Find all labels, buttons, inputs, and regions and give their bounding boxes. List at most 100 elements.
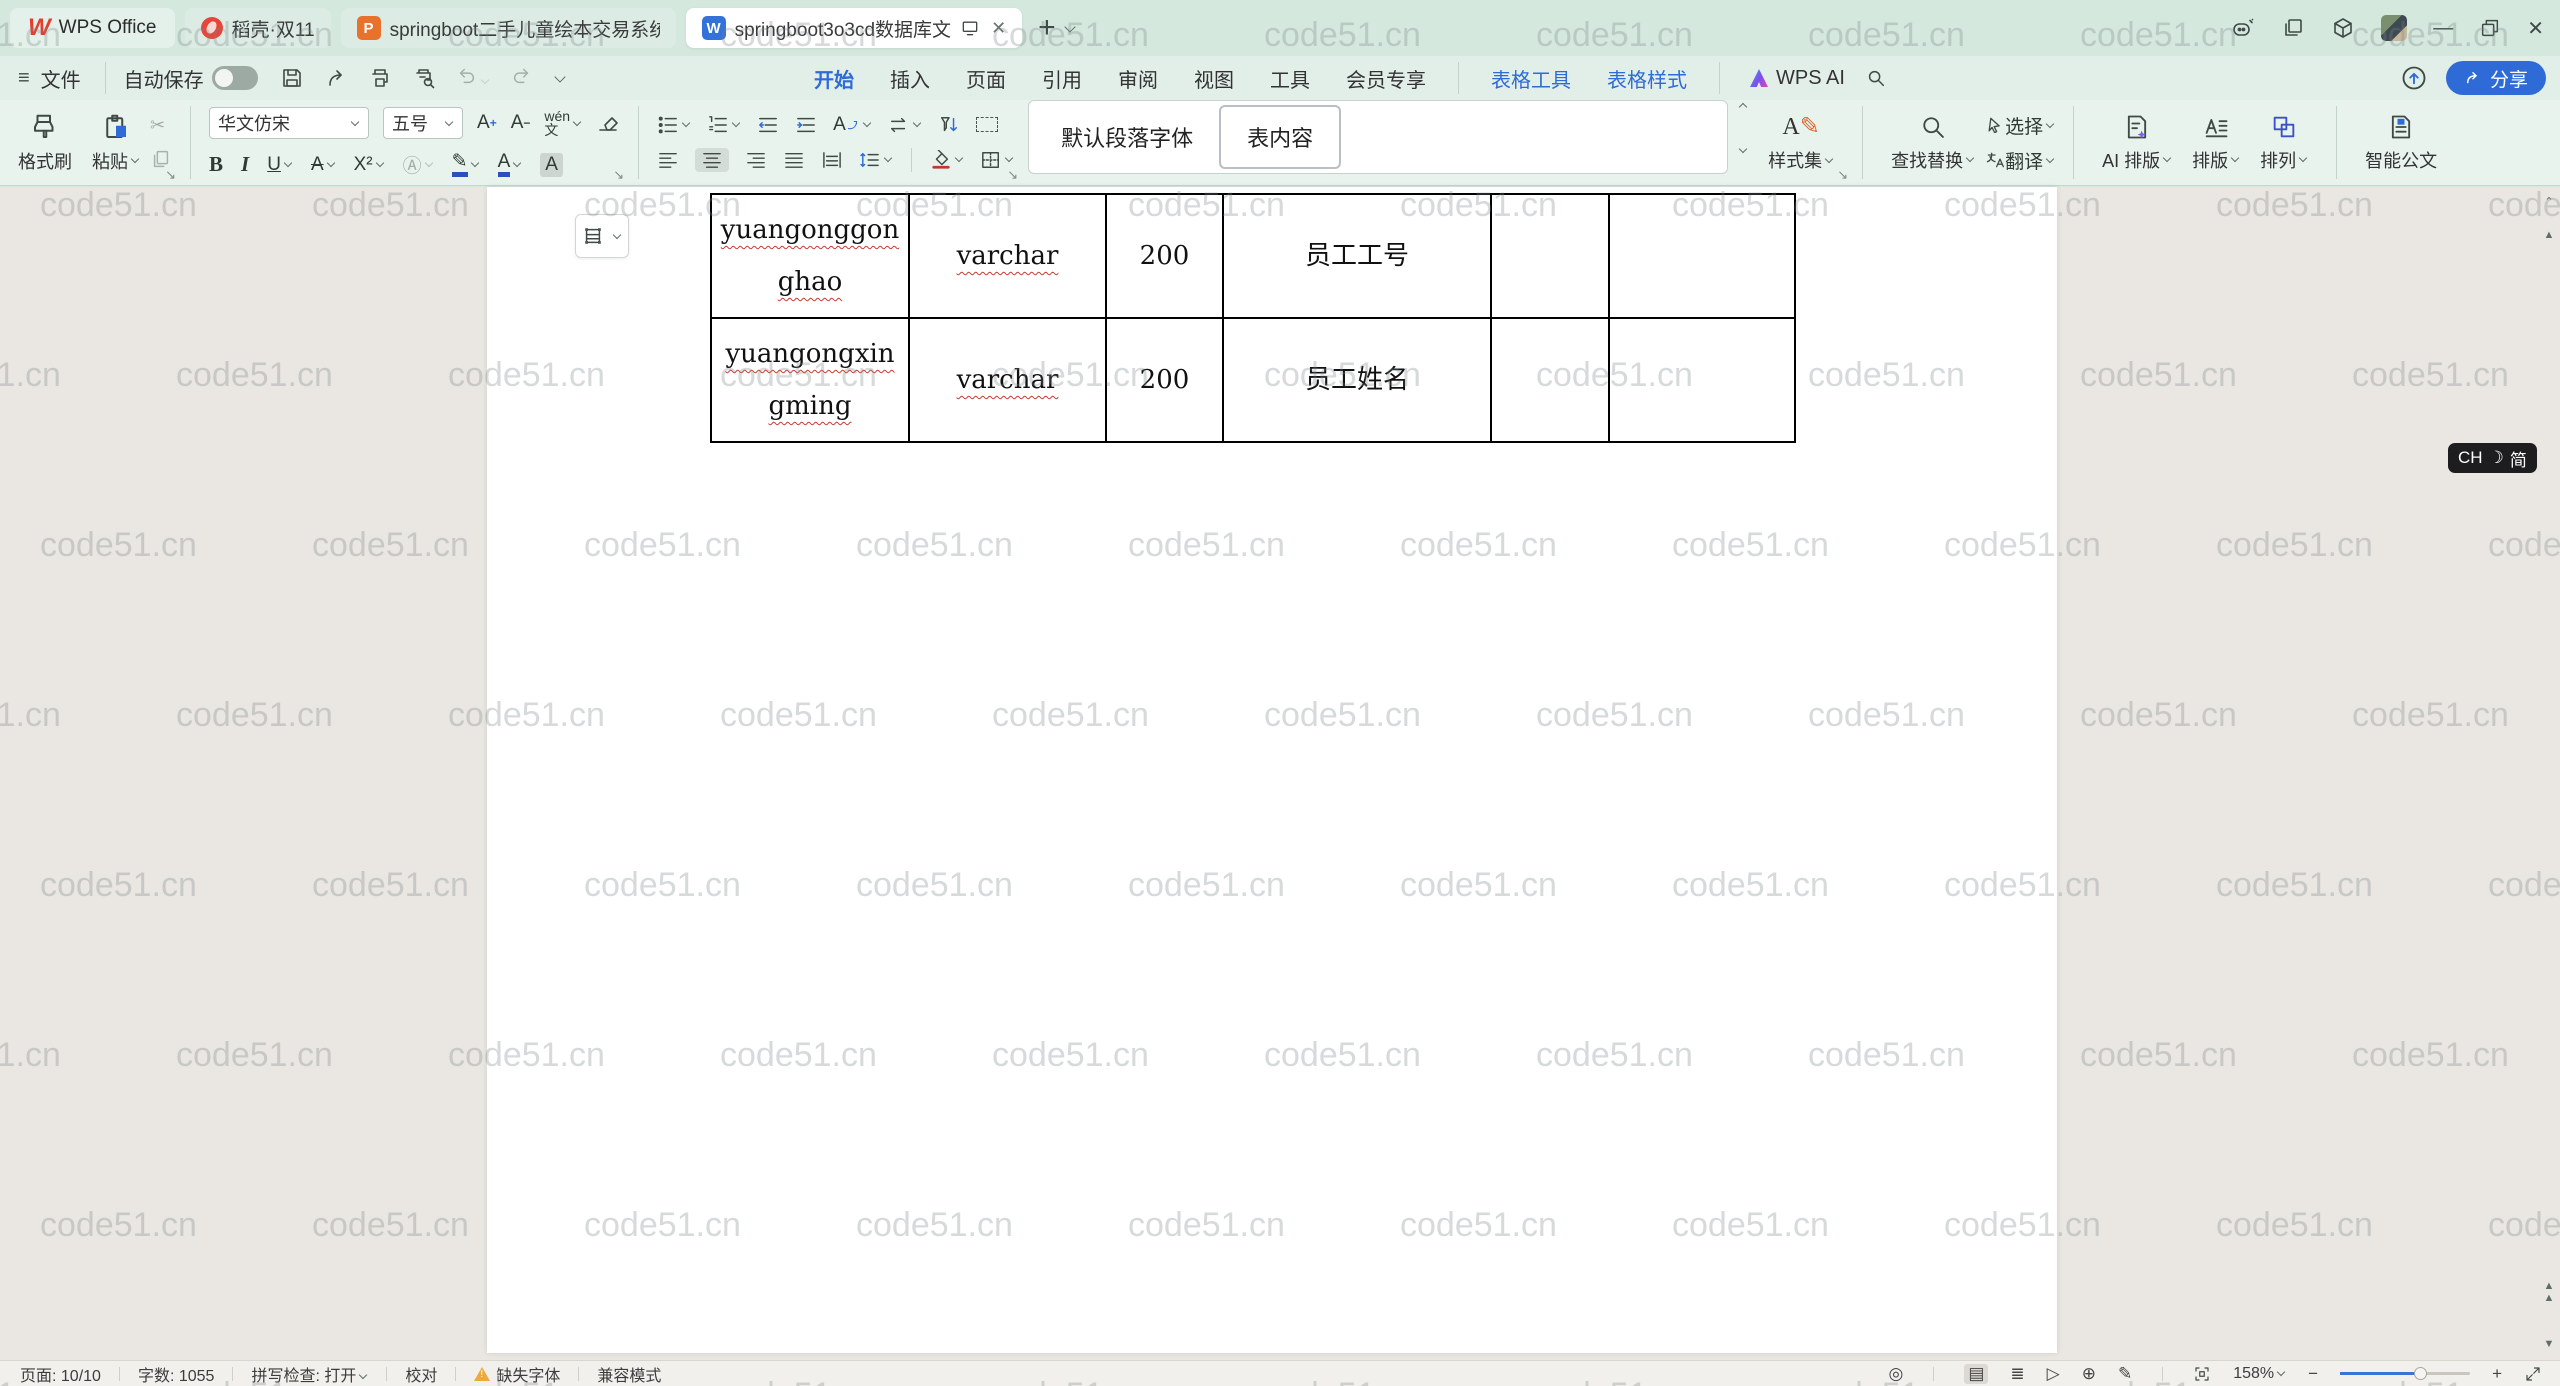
underline-button[interactable]: U xyxy=(267,154,293,176)
cell-empty[interactable] xyxy=(1491,318,1609,442)
cell-field-length[interactable]: 200 xyxy=(1106,194,1223,318)
hamburger-icon[interactable]: ≡ xyxy=(18,67,31,90)
translate-button[interactable]: 翻译 xyxy=(1985,147,2055,174)
restore-button[interactable] xyxy=(2479,17,2501,39)
bullet-list-button[interactable] xyxy=(657,115,691,135)
cell-field-type[interactable]: varchar xyxy=(909,194,1106,318)
increase-font-button[interactable]: A+ xyxy=(477,112,497,134)
share-button[interactable]: 分享 xyxy=(2446,61,2546,95)
line-spacing-button[interactable] xyxy=(859,151,893,169)
cell-empty[interactable] xyxy=(1491,194,1609,318)
ai-assistant-icon[interactable] xyxy=(2231,16,2255,40)
cell-field-type[interactable]: varchar xyxy=(909,318,1106,442)
cube-icon[interactable] xyxy=(2331,16,2355,40)
close-tab-icon[interactable]: ✕ xyxy=(991,18,1006,39)
highlight-color-button[interactable]: ✎ xyxy=(452,152,480,177)
autosave-toggle[interactable] xyxy=(212,66,258,90)
paste-button[interactable]: 粘贴 xyxy=(82,108,150,178)
page-indicator[interactable]: 页面: 10/10 xyxy=(20,1362,101,1386)
font-name-combobox[interactable]: 华文仿宋 xyxy=(209,107,369,139)
styleset-button[interactable]: A✎ 样式集 xyxy=(1758,108,1844,177)
wrap-direction-button[interactable] xyxy=(888,115,922,135)
show-marks-button[interactable] xyxy=(976,117,998,132)
text-direction-button[interactable]: A xyxy=(833,114,872,136)
cell-field-length[interactable]: 200 xyxy=(1106,318,1223,442)
style-table-content[interactable]: 表内容 xyxy=(1219,105,1341,169)
scroll-down-icon[interactable]: ▼ xyxy=(2540,1338,2558,1350)
bold-button[interactable]: B xyxy=(209,152,223,177)
gallery-scroll-down-icon[interactable] xyxy=(1736,139,1748,160)
tab-list-chevron-icon[interactable] xyxy=(1064,21,1075,32)
wps-home-button[interactable]: W WPS Office xyxy=(10,8,175,48)
edit-pen-icon[interactable]: ✎ xyxy=(2118,1364,2132,1384)
redo-button[interactable] xyxy=(510,64,532,92)
outline-view-icon[interactable]: ≣ xyxy=(2010,1364,2024,1384)
menu-home[interactable]: 开始 xyxy=(800,58,868,99)
distribute-button[interactable] xyxy=(821,151,843,169)
proofread-button[interactable]: 校对 xyxy=(405,1362,437,1386)
shading-button[interactable] xyxy=(930,150,964,170)
export-icon[interactable] xyxy=(324,66,348,90)
search-icon[interactable] xyxy=(1865,67,1887,89)
missing-font-warning[interactable]: 缺失字体 xyxy=(474,1362,560,1386)
web-view-icon[interactable]: ⊕ xyxy=(2082,1364,2096,1384)
scroll-up-icon[interactable]: ▲ xyxy=(2540,229,2558,241)
font-dialog-launcher[interactable]: ↘ xyxy=(613,167,624,183)
collapse-ribbon-icon[interactable]: ⌃ xyxy=(2540,195,2558,208)
word-count[interactable]: 字数: 1055 xyxy=(138,1362,215,1386)
menu-reference[interactable]: 引用 xyxy=(1028,58,1096,99)
cell-field-name[interactable]: yuangonggonghao xyxy=(711,194,909,318)
compat-mode-indicator[interactable]: 兼容模式 xyxy=(597,1362,661,1386)
text-effects-button[interactable]: Ⓐ xyxy=(403,151,434,178)
fit-page-icon[interactable] xyxy=(2193,1365,2211,1383)
menu-page[interactable]: 页面 xyxy=(952,58,1020,99)
arrange-button[interactable]: 排列 xyxy=(2250,109,2318,177)
select-button[interactable]: 选择 xyxy=(1985,112,2055,139)
strikethrough-button[interactable]: A xyxy=(311,154,336,176)
align-justify-button[interactable] xyxy=(783,151,805,169)
italic-button[interactable]: I xyxy=(241,152,249,177)
gallery-scroll-up-icon[interactable] xyxy=(1739,103,1747,111)
menu-wps-ai[interactable]: WPS AI xyxy=(1738,67,1857,90)
cell-field-comment[interactable]: 员工工号 xyxy=(1223,194,1491,318)
user-avatar[interactable] xyxy=(2381,15,2407,41)
tab-word-document-active[interactable]: W springboot3o3cd数据库文 ✕ xyxy=(686,8,1023,48)
eye-protect-icon[interactable]: ◎ xyxy=(1888,1364,1903,1384)
menu-table-style[interactable]: 表格样式 xyxy=(1593,58,1701,99)
superscript-button[interactable]: X² xyxy=(354,154,385,176)
toolbar-more-chevron-icon[interactable] xyxy=(554,71,565,82)
font-size-combobox[interactable]: 五号 xyxy=(383,107,463,139)
zoom-level[interactable]: 158% xyxy=(2233,1365,2286,1383)
new-tab-button[interactable]: + xyxy=(1038,11,1056,45)
paragraph-dialog-launcher[interactable]: ↘ xyxy=(1007,167,1018,183)
decrease-font-button[interactable]: A− xyxy=(511,112,531,134)
find-replace-button[interactable]: 查找替换 xyxy=(1881,109,1985,177)
menu-member[interactable]: 会员专享 xyxy=(1332,58,1440,99)
vertical-scrollbar[interactable]: ⌃ ▲ ▲▲ ▼ xyxy=(2540,187,2558,1360)
close-window-button[interactable]: ✕ xyxy=(2527,16,2544,41)
tab-ppt-document[interactable]: P springboot二手儿童绘本交易系统设 xyxy=(341,8,676,48)
zoom-slider[interactable] xyxy=(2340,1372,2470,1375)
style-default-font[interactable]: 默认段落字体 xyxy=(1035,107,1219,167)
align-right-button[interactable] xyxy=(745,151,767,169)
monitor-icon[interactable] xyxy=(960,18,980,38)
menu-table-tools[interactable]: 表格工具 xyxy=(1477,58,1585,99)
cut-icon[interactable]: ✂ xyxy=(150,115,172,136)
print-preview-icon[interactable] xyxy=(412,66,436,90)
cloud-upload-icon[interactable] xyxy=(2400,64,2428,92)
clear-format-icon[interactable] xyxy=(596,111,620,135)
zoom-slider-handle[interactable] xyxy=(2414,1367,2427,1380)
ime-badge[interactable]: CH ☽ 简 xyxy=(2448,443,2537,473)
minimize-button[interactable]: — xyxy=(2433,17,2453,40)
font-color-button[interactable]: A xyxy=(498,152,523,177)
layout-button[interactable]: 排版 xyxy=(2182,109,2250,177)
file-menu[interactable]: 文件 xyxy=(41,64,81,93)
increase-indent-button[interactable] xyxy=(795,115,817,135)
styleset-dialog-launcher[interactable]: ↘ xyxy=(1837,167,1848,183)
ai-layout-button[interactable]: AI 排版 xyxy=(2092,109,2182,177)
cell-empty[interactable] xyxy=(1609,318,1795,442)
sort-button[interactable] xyxy=(938,115,960,135)
character-shading-button[interactable]: A xyxy=(540,153,563,177)
cell-empty[interactable] xyxy=(1609,194,1795,318)
pinyin-guide-button[interactable]: wén文 xyxy=(544,109,582,137)
